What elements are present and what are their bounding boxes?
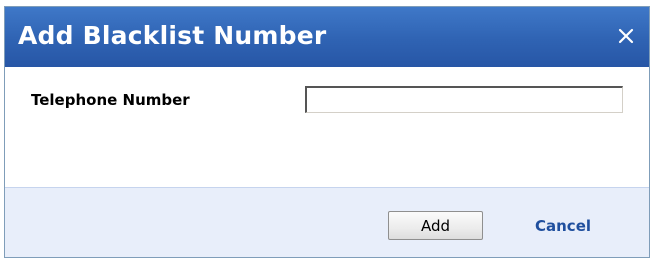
add-button[interactable]: Add bbox=[388, 211, 483, 240]
close-button[interactable] bbox=[611, 19, 641, 51]
dialog-footer: Add Cancel bbox=[5, 187, 649, 257]
dialog-content: Telephone Number bbox=[5, 67, 649, 187]
telephone-number-input[interactable] bbox=[305, 86, 623, 113]
close-icon bbox=[618, 28, 634, 44]
dialog-titlebar: Add Blacklist Number bbox=[5, 7, 649, 67]
cancel-link[interactable]: Cancel bbox=[535, 217, 591, 235]
telephone-number-label: Telephone Number bbox=[31, 91, 190, 109]
add-blacklist-dialog: Add Blacklist Number Telephone Number Ad… bbox=[4, 6, 650, 258]
dialog-title: Add Blacklist Number bbox=[18, 21, 327, 50]
